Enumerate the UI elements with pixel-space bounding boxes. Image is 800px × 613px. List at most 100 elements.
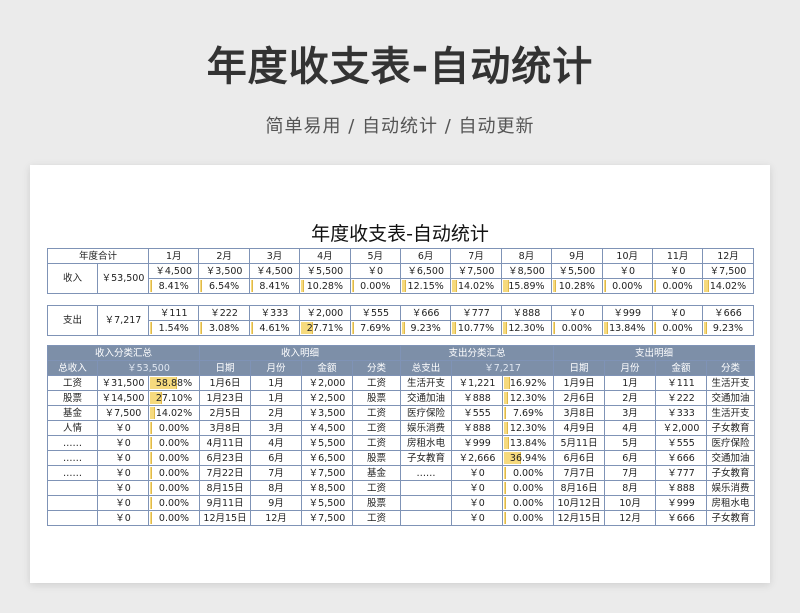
income-category-amount[interactable]: ￥0 — [97, 510, 149, 526]
income-month-percent[interactable]: 15.89% — [500, 278, 553, 294]
expense-month-percent[interactable]: 7.69% — [349, 320, 401, 336]
expense-category[interactable]: 生活开支 — [400, 375, 453, 391]
income-category-percent[interactable]: 0.00% — [147, 480, 201, 496]
income-category-amount[interactable]: ￥0 — [97, 435, 149, 451]
income-type[interactable]: 基金 — [352, 465, 402, 481]
expense-type[interactable]: 医疗保险 — [706, 435, 756, 451]
month-header[interactable]: 4月 — [299, 248, 351, 264]
expense-month-percent[interactable]: 0.00% — [551, 320, 603, 336]
expense-type[interactable]: 子女教育 — [706, 465, 756, 481]
expense-date[interactable]: 3月8日 — [553, 405, 606, 421]
expense-month-amount[interactable]: ￥0 — [651, 305, 704, 321]
expense-amount[interactable]: ￥999 — [655, 495, 708, 511]
income-col-header[interactable]: 日期 — [199, 360, 252, 376]
expense-month-amount[interactable]: ￥666 — [399, 305, 452, 321]
expense-month[interactable]: 12月 — [604, 510, 657, 526]
expense-amount[interactable]: ￥888 — [655, 480, 708, 496]
expense-category-percent[interactable]: 0.00% — [502, 480, 555, 496]
income-category[interactable]: …… — [47, 465, 98, 481]
income-type[interactable]: 工资 — [352, 435, 402, 451]
income-category-percent[interactable]: 27.10% — [147, 390, 201, 406]
expense-month-percent[interactable]: 0.00% — [651, 320, 704, 336]
expense-category-percent[interactable]: 13.84% — [502, 435, 555, 451]
expense-amount[interactable]: ￥555 — [655, 435, 708, 451]
income-month-amount[interactable]: ￥7,500 — [702, 263, 754, 279]
income-amount[interactable]: ￥6,500 — [301, 450, 354, 466]
income-category[interactable]: …… — [47, 450, 98, 466]
income-category-amount[interactable]: ￥0 — [97, 495, 149, 511]
income-amount[interactable]: ￥4,500 — [301, 420, 354, 436]
expense-month[interactable]: 4月 — [604, 420, 657, 436]
income-month-percent[interactable]: 6.54% — [198, 278, 250, 294]
month-header[interactable]: 12月 — [702, 248, 754, 264]
expense-month-percent[interactable]: 13.84% — [601, 320, 653, 336]
income-month-percent[interactable]: 10.28% — [551, 278, 603, 294]
expense-date[interactable]: 7月7日 — [553, 465, 606, 481]
expense-category-amount[interactable]: ￥888 — [451, 390, 504, 406]
expense-date[interactable]: 6月6日 — [553, 450, 606, 466]
expense-amount[interactable]: ￥222 — [655, 390, 708, 406]
income-category[interactable]: 股票 — [47, 390, 98, 406]
income-category[interactable] — [47, 510, 98, 526]
expense-type[interactable]: 生活开支 — [706, 375, 756, 391]
expense-date[interactable]: 8月16日 — [553, 480, 606, 496]
expense-month-percent[interactable]: 9.23% — [702, 320, 754, 336]
income-col-header[interactable]: 月份 — [250, 360, 303, 376]
expense-col-header[interactable]: 金额 — [655, 360, 708, 376]
income-type[interactable]: 工资 — [352, 420, 402, 436]
expense-date[interactable]: 5月11日 — [553, 435, 606, 451]
year-total-label[interactable]: 年度合计 — [46, 248, 150, 264]
income-category[interactable]: 基金 — [47, 405, 98, 421]
expense-month[interactable]: 7月 — [604, 465, 657, 481]
income-category-percent[interactable]: 14.02% — [147, 405, 201, 421]
income-month[interactable]: 7月 — [250, 465, 303, 481]
income-amount[interactable]: ￥5,500 — [301, 495, 354, 511]
expense-category-amount[interactable]: ￥888 — [451, 420, 504, 436]
income-amount[interactable]: ￥8,500 — [301, 480, 354, 496]
expense-category-amount[interactable]: ￥0 — [451, 510, 504, 526]
month-header[interactable]: 6月 — [399, 248, 452, 264]
income-date[interactable]: 1月23日 — [199, 390, 252, 406]
expense-type[interactable]: 子女教育 — [706, 420, 756, 436]
income-date[interactable]: 2月5日 — [199, 405, 252, 421]
expense-category-amount[interactable]: ￥0 — [451, 495, 504, 511]
income-date[interactable]: 1月6日 — [199, 375, 252, 391]
expense-month-amount[interactable]: ￥777 — [450, 305, 502, 321]
income-month-amount[interactable]: ￥5,500 — [299, 263, 351, 279]
income-month-amount[interactable]: ￥4,500 — [248, 263, 301, 279]
section-header[interactable]: 支出分类汇总 — [400, 345, 555, 361]
expense-month-amount[interactable]: ￥0 — [551, 305, 603, 321]
expense-type[interactable]: 娱乐消费 — [706, 480, 756, 496]
expense-month-amount[interactable]: ￥666 — [702, 305, 754, 321]
expense-col-header[interactable]: 分类 — [706, 360, 756, 376]
income-date[interactable]: 8月15日 — [199, 480, 252, 496]
expense-month[interactable]: 2月 — [604, 390, 657, 406]
income-category-amount[interactable]: ￥7,500 — [97, 405, 149, 421]
expense-category[interactable] — [400, 480, 453, 496]
income-type[interactable]: 股票 — [352, 390, 402, 406]
income-category[interactable] — [47, 495, 98, 511]
expense-amount[interactable]: ￥666 — [655, 450, 708, 466]
income-category-percent[interactable]: 0.00% — [147, 465, 201, 481]
expense-type[interactable]: 子女教育 — [706, 510, 756, 526]
expense-category-percent[interactable]: 12.30% — [502, 390, 555, 406]
expense-amount[interactable]: ￥111 — [655, 375, 708, 391]
expense-month-amount[interactable]: ￥111 — [147, 305, 200, 321]
month-header[interactable]: 5月 — [349, 248, 401, 264]
expense-category-percent[interactable]: 0.00% — [502, 465, 555, 481]
expense-category[interactable] — [400, 510, 453, 526]
expense-date[interactable]: 1月9日 — [553, 375, 606, 391]
expense-category-amount[interactable]: ￥555 — [451, 405, 504, 421]
expense-total[interactable]: ￥7,217 — [97, 305, 149, 336]
expense-label[interactable]: 支出 — [47, 305, 98, 336]
income-month[interactable]: 4月 — [250, 435, 303, 451]
income-total[interactable]: ￥53,500 — [96, 263, 150, 294]
expense-category[interactable]: 房租水电 — [400, 435, 453, 451]
expense-month[interactable]: 10月 — [604, 495, 657, 511]
expense-month-percent[interactable]: 10.77% — [450, 320, 502, 336]
income-category-percent[interactable]: 0.00% — [147, 450, 201, 466]
expense-category-percent[interactable]: 12.30% — [502, 420, 555, 436]
income-category-percent[interactable]: 0.00% — [147, 495, 201, 511]
section-header[interactable]: 收入明细 — [199, 345, 402, 361]
income-date[interactable]: 12月15日 — [199, 510, 252, 526]
